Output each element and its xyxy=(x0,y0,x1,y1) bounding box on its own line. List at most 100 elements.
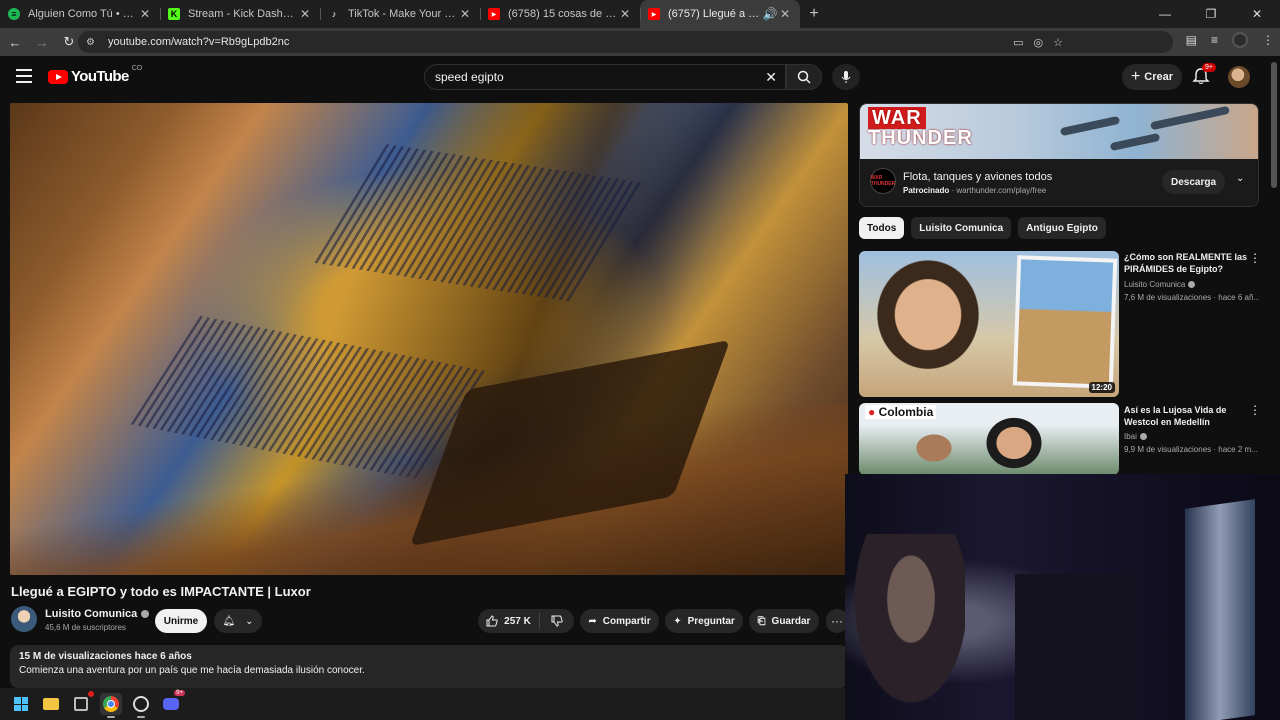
start-button[interactable] xyxy=(10,693,32,715)
pyramid-photo xyxy=(1012,255,1118,389)
recommended-video[interactable]: 12:20 ¿Cómo son REALMENTE las PIRÁMIDES … xyxy=(859,251,1261,397)
cast-icon[interactable]: ▭ xyxy=(1013,36,1023,49)
chrome-button[interactable] xyxy=(100,693,122,718)
channel-name[interactable]: Luisito Comunica xyxy=(45,608,150,620)
recommended-channel-name: Ibai xyxy=(1124,432,1137,441)
profile-icon[interactable] xyxy=(1232,32,1248,48)
more-options-icon[interactable]: ⋮ xyxy=(1249,251,1261,265)
youtube-icon: ▶ xyxy=(488,8,500,20)
chevron-down-icon[interactable]: ⌄ xyxy=(1236,173,1244,184)
share-button[interactable]: ➦ Compartir xyxy=(580,609,659,633)
save-button[interactable]: ⎗ Guardar xyxy=(749,609,819,633)
voice-search-button[interactable] xyxy=(832,64,860,90)
youtube-play-icon xyxy=(48,69,68,84)
join-button[interactable]: Unirme xyxy=(155,609,207,633)
app-icon xyxy=(74,697,88,711)
sidepanel-icon[interactable]: ▤ xyxy=(1186,33,1197,47)
discord-button[interactable]: 9+ xyxy=(160,690,185,715)
close-window-icon[interactable]: ✕ xyxy=(1234,0,1280,28)
save-label: Guardar xyxy=(771,615,811,627)
hamburger-menu-icon[interactable] xyxy=(16,69,32,83)
channel-name-text: Luisito Comunica xyxy=(45,608,138,620)
media-icon[interactable]: ≡ xyxy=(1211,33,1218,47)
search-button[interactable] xyxy=(786,64,822,90)
recommended-video[interactable]: ● Colombia Así es la Lujosa Vida de West… xyxy=(859,403,1261,475)
recommended-channel-name: Luisito Comunica xyxy=(1124,280,1186,289)
speaker-icon[interactable]: 🔊 xyxy=(762,7,778,21)
tab-title: TikTok - Make Your Day xyxy=(348,8,458,20)
running-indicator xyxy=(137,716,145,718)
duration-badge: 12:20 xyxy=(1088,382,1115,393)
tab-youtube-pyramids[interactable]: ▶ (6758) 15 cosas de las pirámides ✕ xyxy=(480,0,640,28)
views-and-date: 15 M de visualizaciones hace 6 años xyxy=(19,651,192,662)
close-tab-icon[interactable]: ✕ xyxy=(618,7,632,21)
chevron-down-icon: ⌄ xyxy=(245,615,254,627)
tab-kick[interactable]: K Stream - Kick Dashboard ✕ xyxy=(160,0,320,28)
youtube-header: YouTube CO speed egipto ✕ + Crear 9+ xyxy=(0,56,1280,98)
user-avatar[interactable] xyxy=(1228,66,1250,88)
recommended-title[interactable]: ¿Cómo son REALMENTE las PIRÁMIDES de Egi… xyxy=(1124,251,1248,275)
menu-icon[interactable]: ⋮ xyxy=(1262,33,1274,47)
star-icon[interactable]: ☆ xyxy=(1053,36,1063,49)
chip-todos[interactable]: Todos xyxy=(859,217,905,239)
close-tab-icon[interactable]: ✕ xyxy=(458,7,472,21)
app-button[interactable] xyxy=(70,691,94,715)
toolbar-actions: ▤ ≡ ⋮ xyxy=(1186,32,1274,48)
close-tab-icon[interactable]: ✕ xyxy=(298,7,312,21)
download-button[interactable]: Descarga xyxy=(1162,170,1225,194)
video-thumbnail[interactable]: 12:20 xyxy=(859,251,1119,397)
verified-icon xyxy=(1188,281,1196,288)
ask-label: Preguntar xyxy=(687,615,735,627)
notifications-button[interactable]: 9+ xyxy=(1192,63,1216,87)
youtube-logo[interactable]: YouTube CO xyxy=(48,65,143,85)
share-icon: ➦ xyxy=(588,615,597,627)
close-tab-icon[interactable]: ✕ xyxy=(778,7,792,21)
file-explorer-button[interactable] xyxy=(40,693,62,715)
recording-dot-icon xyxy=(88,691,94,697)
ad-domain: · warthunder.com/play/free xyxy=(949,186,1047,195)
back-icon[interactable]: ← xyxy=(3,35,27,50)
channel-avatar[interactable] xyxy=(11,606,37,632)
recommended-channel[interactable]: Ibai xyxy=(1124,432,1147,441)
create-button[interactable]: + Crear xyxy=(1122,64,1182,90)
close-tab-icon[interactable]: ✕ xyxy=(138,7,152,21)
video-player[interactable] xyxy=(10,103,848,575)
recommended-channel[interactable]: Luisito Comunica xyxy=(1124,280,1196,289)
dislike-button[interactable] xyxy=(540,615,574,627)
clear-search-icon[interactable]: ✕ xyxy=(765,69,777,86)
like-button[interactable]: 257 K xyxy=(478,613,540,629)
search-input[interactable]: speed egipto ✕ xyxy=(424,64,786,90)
jet-graphic xyxy=(1150,105,1230,131)
recommended-meta: 9,9 M de visualizaciones · hace 2 m... xyxy=(1124,445,1258,454)
recommended-meta: 7,6 M de visualizaciones · hace 6 añ... xyxy=(1124,293,1259,302)
more-options-icon[interactable]: ⋮ xyxy=(1249,403,1261,417)
ask-button[interactable]: ✦ Preguntar xyxy=(665,609,743,633)
tab-spotify[interactable]: ≡ Alguien Como Tú • Jósean Log ✕ xyxy=(0,0,160,28)
like-count: 257 K xyxy=(504,615,531,627)
chip-antiguo-egipto[interactable]: Antiguo Egipto xyxy=(1018,217,1106,239)
ad-banner-line2: THUNDER xyxy=(868,127,973,149)
page-scrollbar[interactable] xyxy=(1271,62,1277,188)
minimize-icon[interactable]: — xyxy=(1142,0,1188,28)
sponsored-ad[interactable]: WAR THUNDER WAR THUNDER Flota, tanques y… xyxy=(859,103,1259,207)
browser-tab-strip: ≡ Alguien Como Tú • Jósean Log ✕ K Strea… xyxy=(0,0,1280,28)
windows-icon xyxy=(14,697,28,711)
description-box[interactable]: 15 M de visualizaciones hace 6 años Comi… xyxy=(10,645,848,688)
address-bar[interactable]: ⚙ youtube.com/watch?v=Rb9gLpdb2nc ▭ ◎ ☆ xyxy=(78,31,1173,53)
forward-icon[interactable]: → xyxy=(30,35,54,50)
tab-youtube-egipto[interactable]: ▶ (6757) Llegué a EGIPTO y to 🔊 ✕ xyxy=(640,0,800,28)
location-label: ● Colombia xyxy=(865,405,937,419)
maximize-icon[interactable]: ❐ xyxy=(1188,0,1234,28)
ad-banner-line1: WAR xyxy=(868,107,926,129)
chip-luisito-comunica[interactable]: Luisito Comunica xyxy=(911,217,1012,239)
recommended-title[interactable]: Así es la Lujosa Vida de Westcol en Mede… xyxy=(1124,404,1248,428)
subscription-bell-button[interactable]: 🔔︎ ⌄ xyxy=(214,609,262,633)
country-code: CO xyxy=(131,65,143,72)
site-info-icon[interactable]: ⚙ xyxy=(86,37,100,48)
new-tab-button[interactable]: + xyxy=(800,5,828,23)
obs-button[interactable] xyxy=(130,693,152,718)
video-thumbnail[interactable]: ● Colombia xyxy=(859,403,1119,475)
tab-tiktok[interactable]: ♪ TikTok - Make Your Day ✕ xyxy=(320,0,480,28)
search-icon xyxy=(797,70,811,84)
eye-off-icon[interactable]: ◎ xyxy=(1034,36,1044,49)
